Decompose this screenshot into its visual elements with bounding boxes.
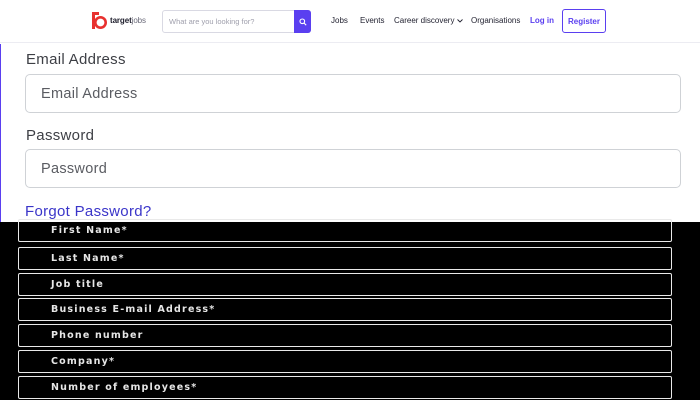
first-name-field[interactable]: First Name* [18, 219, 672, 242]
nav-career-label: Career discovery [394, 16, 455, 25]
phone-number-field[interactable]: Phone number [18, 324, 672, 347]
search-button[interactable] [294, 10, 311, 33]
registration-form: First Name* Last Name* Job title Busines… [0, 219, 700, 400]
login-link[interactable]: Log in [530, 16, 554, 25]
nav-organisations-link[interactable]: Organisations [471, 16, 520, 25]
job-title-label: Job title [51, 279, 105, 290]
password-label: Password [26, 127, 95, 144]
number-of-employees-label: Number of employees* [51, 382, 198, 393]
forgot-password-link[interactable]: Forgot Password? [25, 203, 152, 220]
login-form: Email Address Password Forgot Password? [0, 44, 700, 222]
email-label: Email Address [26, 51, 126, 68]
first-name-label: First Name* [51, 225, 128, 236]
last-name-field[interactable]: Last Name* [18, 247, 672, 270]
phone-number-label: Phone number [51, 330, 144, 341]
company-field[interactable]: Company* [18, 350, 672, 373]
email-field-wrapper [25, 74, 681, 113]
top-nav-bar: targetjobs Jobs Events Career discovery … [0, 0, 700, 43]
logo-icon [90, 10, 107, 31]
password-field-wrapper [25, 149, 681, 188]
nav-career-discovery-menu[interactable]: Career discovery [394, 16, 464, 25]
search-icon [298, 13, 307, 31]
business-email-label: Business E-mail Address* [51, 304, 216, 315]
nav-events-link[interactable]: Events [360, 16, 384, 25]
business-email-field[interactable]: Business E-mail Address* [18, 298, 672, 321]
logo-text: targetjobs [110, 16, 146, 25]
search-box [162, 10, 311, 33]
number-of-employees-field[interactable]: Number of employees* [18, 376, 672, 399]
company-label: Company* [51, 356, 116, 367]
job-title-field[interactable]: Job title [18, 273, 672, 296]
register-button[interactable]: Register [562, 9, 606, 33]
search-input[interactable] [163, 11, 294, 32]
chevron-down-icon [457, 16, 464, 25]
page: targetjobs Jobs Events Career discovery … [0, 0, 700, 400]
email-field[interactable] [26, 75, 680, 112]
last-name-label: Last Name* [51, 253, 125, 264]
targetjobs-logo[interactable]: targetjobs [90, 10, 146, 31]
nav-jobs-link[interactable]: Jobs [331, 16, 348, 25]
password-field[interactable] [26, 150, 680, 187]
